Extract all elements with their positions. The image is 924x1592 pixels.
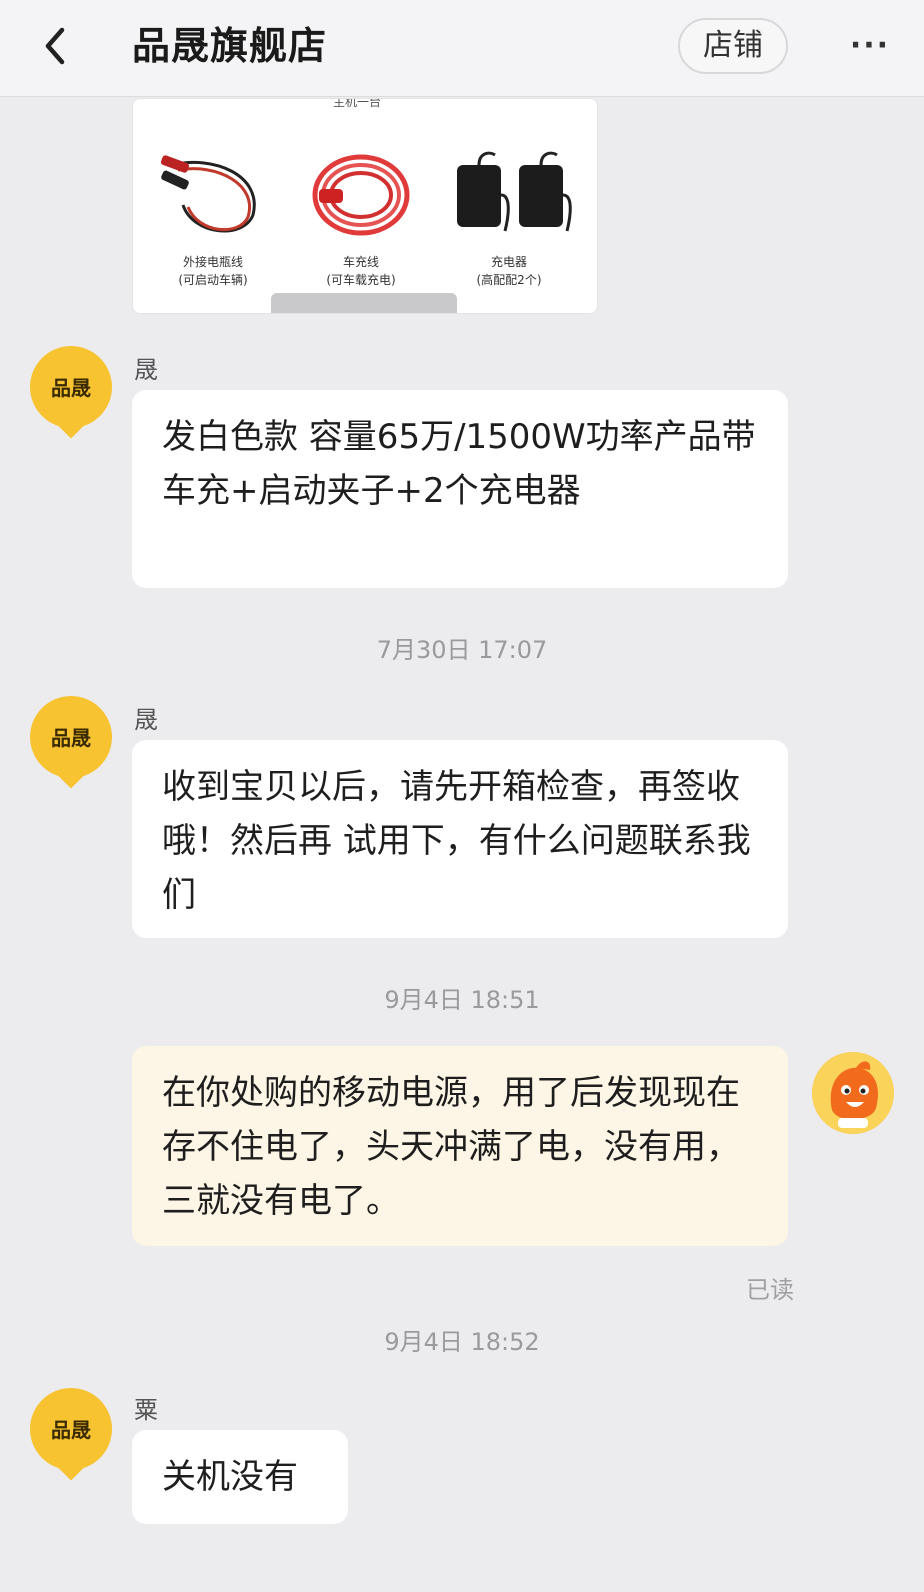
item-caption: 外接电瓶线 bbox=[182, 255, 243, 269]
store-button[interactable]: 店铺 bbox=[678, 18, 788, 74]
message-bubble[interactable]: 收到宝贝以后，请先开箱检查，再签收哦！然后再 试用下，有什么问题联系我们 bbox=[132, 740, 788, 938]
shop-avatar[interactable]: 品晟 bbox=[30, 696, 112, 778]
timestamp: 9月4日 18:52 bbox=[384, 1328, 540, 1356]
charger-adapter-icon bbox=[457, 151, 572, 232]
message-bubble[interactable]: 关机没有 bbox=[132, 1430, 348, 1524]
read-status: 已读 bbox=[746, 1276, 794, 1304]
timestamp: 7月30日 17:07 bbox=[376, 636, 548, 664]
cable-clamp-item: 外接电瓶线 (可启动车辆) bbox=[143, 135, 283, 305]
shop-avatar[interactable]: 品晟 bbox=[30, 346, 112, 428]
page-title: 品晟旗舰店 bbox=[132, 24, 328, 68]
user-avatar[interactable] bbox=[812, 1052, 894, 1134]
shop-avatar[interactable]: 品晟 bbox=[30, 1388, 112, 1470]
sender-name: 晟 bbox=[134, 356, 158, 384]
image-toolbar bbox=[271, 293, 457, 313]
chat-header: 品晟旗舰店 店铺 ··· bbox=[0, 0, 924, 97]
my-message-bubble[interactable]: 在你处购的移动电源，用了后发现现在存不住电了，头天冲满了电，没有用，三就没有电了… bbox=[132, 1046, 788, 1246]
avatar-label: 品晟 bbox=[51, 726, 91, 750]
product-image[interactable]: 主机一台 外接电瓶线 (可启动车辆) 车充线 (可车载充电) 充电器 (高配配2… bbox=[132, 98, 598, 314]
charger-item: 充电器 (高配配2个) bbox=[439, 135, 579, 305]
avatar-label: 品晟 bbox=[51, 1418, 91, 1442]
car-charger-item: 车充线 (可车载充电) bbox=[291, 135, 431, 305]
timestamp: 9月4日 18:51 bbox=[384, 986, 540, 1014]
item-caption-sub: (高配配2个) bbox=[476, 273, 542, 287]
mascot-avatar-icon bbox=[812, 1052, 894, 1134]
image-top-caption: 主机一台 bbox=[333, 98, 382, 109]
item-caption: 充电器 bbox=[490, 255, 527, 269]
item-caption-sub: (可车载充电) bbox=[326, 273, 396, 287]
sender-name: 粟 bbox=[134, 1396, 158, 1424]
battery-clamp-cable-icon bbox=[160, 155, 256, 233]
avatar-label: 品晟 bbox=[51, 376, 91, 400]
sender-name: 晟 bbox=[134, 706, 158, 734]
more-icon[interactable]: ··· bbox=[842, 26, 898, 66]
back-arrow-icon[interactable] bbox=[38, 24, 78, 68]
message-bubble[interactable]: 发白色款 容量65万/1500W功率产品带 车充+启动夹子+2个充电器 bbox=[132, 390, 788, 588]
item-caption: 车充线 bbox=[342, 255, 379, 269]
item-caption-sub: (可启动车辆) bbox=[178, 273, 248, 287]
car-charger-cable-icon bbox=[312, 154, 410, 236]
